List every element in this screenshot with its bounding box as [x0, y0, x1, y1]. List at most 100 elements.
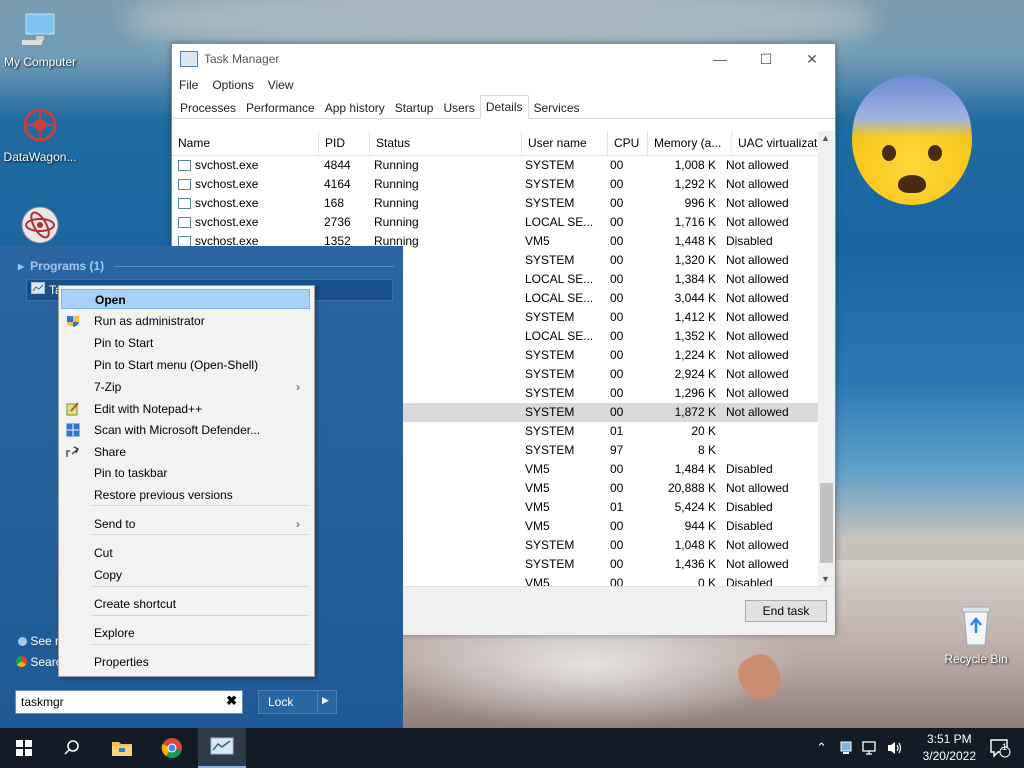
volume-icon[interactable]	[886, 740, 904, 759]
column-header-cpu[interactable]: CPU	[608, 131, 648, 155]
cell-uac: Disabled	[726, 519, 773, 533]
context-menu-item-run-as-administrator[interactable]: Run as administrator	[61, 311, 310, 331]
menu-options[interactable]: Options	[212, 78, 253, 92]
see-more-results-link[interactable]: See r	[18, 634, 59, 648]
context-menu-item-scan-with-microsoft-defender[interactable]: Scan with Microsoft Defender...	[61, 420, 310, 440]
context-menu-item-open[interactable]: Open	[61, 289, 310, 309]
end-task-button[interactable]: End task	[745, 600, 827, 622]
file-explorer-button[interactable]	[98, 728, 146, 768]
tab-performance[interactable]: Performance	[241, 98, 320, 118]
chrome-button[interactable]	[148, 728, 196, 768]
table-row[interactable]: svchost.exe 4844 Running SYSTEM 00 1,008 K Not…	[172, 156, 835, 175]
table-row[interactable]: svchost.exe 2736 Running LOCAL SE... 00 1,716…	[172, 213, 835, 232]
column-header-pid[interactable]: PID	[319, 131, 370, 155]
vertical-scrollbar[interactable]: ▲ ▼	[818, 131, 835, 586]
context-menu-item-label: Pin to Start menu (Open-Shell)	[94, 358, 259, 372]
clock-time: 3:51 PM	[926, 732, 972, 746]
context-menu-item-pin-to-start-menu-open-shell[interactable]: Pin to Start menu (Open-Shell)	[61, 355, 310, 375]
cell-cpu: 00	[610, 405, 624, 419]
column-header-memory[interactable]: Memory (a...	[648, 131, 732, 155]
desktop-icon-label: My Computer	[3, 55, 77, 69]
cell-mem: 0 K	[697, 576, 716, 586]
see-more-label: See r	[30, 634, 60, 648]
context-menu-item-copy[interactable]: Copy	[61, 565, 310, 585]
scroll-up-icon[interactable]: ▲	[821, 133, 830, 143]
minimize-button[interactable]: —	[697, 44, 743, 74]
lock-button[interactable]: Lock ▶	[258, 690, 337, 714]
start-search-input[interactable]: taskmgr ✖	[15, 690, 243, 714]
context-menu-item-label: Pin to Start	[94, 336, 154, 350]
context-menu-item-restore-previous-versions[interactable]: Restore previous versions	[61, 485, 310, 505]
notepadpp-icon	[66, 402, 80, 416]
context-menu-item-properties[interactable]: Properties	[61, 652, 310, 672]
network-adapter-icon[interactable]	[840, 741, 852, 758]
cell-cpu: 00	[610, 481, 624, 495]
context-menu-item-explore[interactable]: Explore	[61, 623, 310, 643]
context-menu-item-create-shortcut[interactable]: Create shortcut	[61, 594, 310, 614]
scroll-down-icon[interactable]: ▼	[821, 574, 830, 584]
cell-mem: 1,048 K	[674, 538, 716, 552]
cell-cpu: 00	[610, 386, 624, 400]
context-menu-item-cut[interactable]: Cut	[61, 543, 310, 563]
menu-view[interactable]: View	[268, 78, 294, 92]
search-icon	[64, 740, 79, 755]
context-menu: Open Run as administrator Pin to Start Pin …	[58, 285, 315, 677]
column-header-status[interactable]: Status	[370, 131, 522, 155]
title-bar[interactable]: Task Manager — ☐ ✕	[172, 44, 835, 74]
context-menu-item-label: Pin to taskbar	[94, 466, 168, 480]
action-center-button[interactable]: 1	[976, 728, 1024, 768]
system-clock[interactable]: 3:51 PM 3/20/2022	[923, 731, 976, 765]
tab-details[interactable]: Details	[479, 95, 529, 119]
desktop-icon-recycle-bin[interactable]: Recycle Bin	[936, 603, 1016, 666]
menu-file[interactable]: File	[179, 78, 198, 92]
cell-mem: 944 K	[684, 519, 716, 533]
context-menu-item-7-zip[interactable]: 7-Zip ›	[61, 377, 310, 397]
chevron-right-icon[interactable]: ▶	[322, 695, 329, 706]
process-name: svchost.exe	[195, 196, 259, 210]
search-button[interactable]	[48, 728, 96, 768]
cell-uac: Not allowed	[726, 538, 789, 552]
cell-uac: Not allowed	[726, 158, 789, 172]
desktop-icon-my-computer[interactable]: My Computer	[0, 10, 80, 69]
context-menu-item-edit-with-notepad[interactable]: Edit with Notepad++	[61, 399, 310, 419]
maximize-button[interactable]: ☐	[743, 44, 789, 74]
context-menu-item-label: Explore	[94, 626, 135, 640]
context-menu-item-pin-to-start[interactable]: Pin to Start	[61, 333, 310, 353]
cell-user: SYSTEM	[525, 177, 575, 191]
cell-uac: Not allowed	[726, 215, 789, 229]
cell-uac: Disabled	[726, 576, 773, 586]
cell-uac: Not allowed	[726, 310, 789, 324]
process-icon	[178, 217, 191, 228]
task-manager-taskbar-button[interactable]	[198, 728, 246, 768]
tab-app-history[interactable]: App history	[320, 98, 390, 118]
desktop-icon-atom-app[interactable]	[0, 205, 80, 250]
context-menu-item-pin-to-taskbar[interactable]: Pin to taskbar	[61, 463, 310, 483]
context-menu-item-send-to[interactable]: Send to ›	[61, 514, 310, 534]
cell-mem: 1,384 K	[674, 272, 716, 286]
search-web-link[interactable]: Searc	[16, 655, 62, 669]
cell-cpu: 01	[610, 424, 624, 438]
show-hidden-icons-chevron-icon[interactable]: ⌃	[816, 740, 827, 756]
context-menu-item-share[interactable]: Share	[61, 442, 310, 462]
table-row[interactable]: svchost.exe 4164 Running SYSTEM 00 1,292 K Not…	[172, 175, 835, 194]
scrollbar-thumb[interactable]	[820, 483, 833, 563]
computer-icon	[0, 10, 80, 53]
network-icon[interactable]	[862, 740, 880, 759]
column-header-user-name[interactable]: User name	[522, 131, 608, 155]
cell-user: VM5	[525, 234, 550, 248]
tab-users[interactable]: Users	[438, 98, 479, 118]
cell-cpu: 00	[610, 234, 624, 248]
table-row[interactable]: svchost.exe 168 Running SYSTEM 00 996 K Not al…	[172, 194, 835, 213]
task-manager-icon	[31, 282, 45, 294]
close-button[interactable]: ✕	[789, 44, 835, 74]
chrome-icon	[161, 738, 182, 758]
clear-search-icon[interactable]: ✖	[226, 693, 237, 709]
tab-processes[interactable]: Processes	[175, 98, 241, 118]
tab-services[interactable]: Services	[529, 98, 585, 118]
process-icon	[178, 179, 191, 190]
tab-startup[interactable]: Startup	[390, 98, 439, 118]
desktop-icon-datawagon[interactable]: DataWagon...	[0, 105, 80, 164]
programs-header[interactable]: ▶ Programs (1)	[18, 259, 395, 273]
start-button[interactable]	[0, 728, 48, 768]
cell-name: svchost.exe	[172, 156, 318, 175]
